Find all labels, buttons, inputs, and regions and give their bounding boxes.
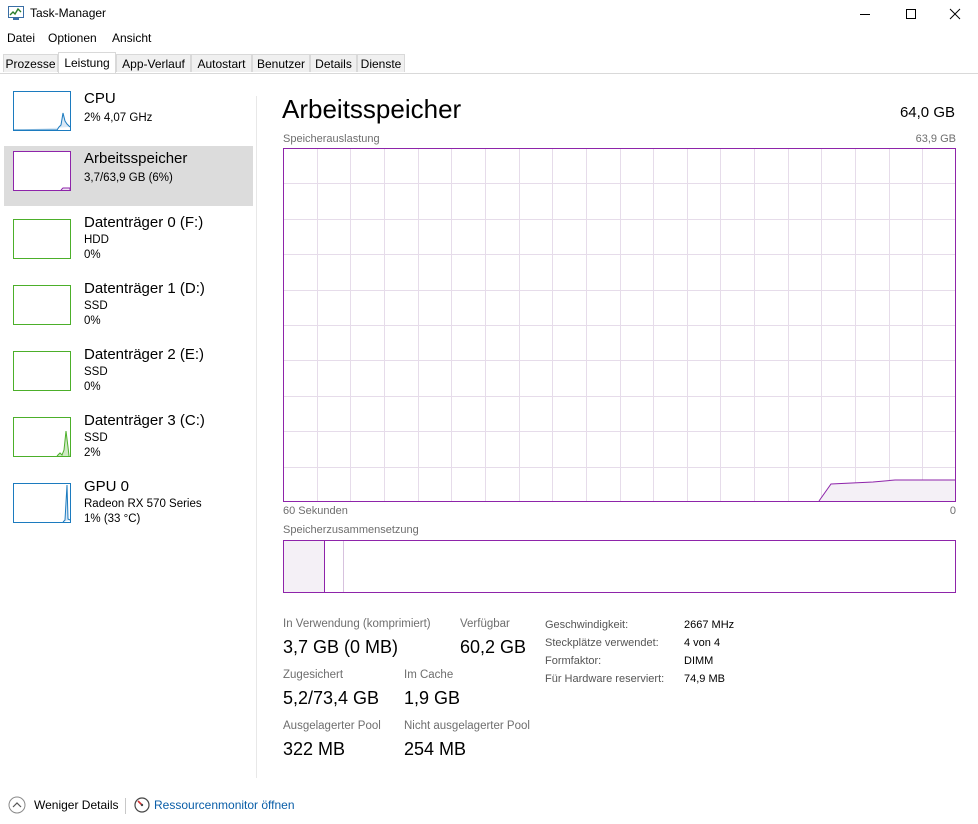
composition-label: Speicherzusammensetzung bbox=[283, 524, 419, 536]
resource-monitor-icon bbox=[134, 797, 150, 813]
sidebar-item-detail: 2% bbox=[84, 447, 101, 459]
graph-x-right-label: 0 bbox=[949, 505, 956, 517]
disk-0-thumbnail-graph bbox=[13, 216, 71, 262]
graph-grid bbox=[283, 148, 956, 502]
title-bar[interactable]: Task-Manager bbox=[0, 0, 978, 28]
tab-leistung[interactable]: Leistung bbox=[58, 52, 116, 73]
in-use-value: 3,7 GB (0 MB) bbox=[283, 637, 399, 657]
close-icon bbox=[949, 8, 961, 20]
menu-optionen[interactable]: Optionen bbox=[48, 31, 97, 45]
nonpaged-pool-label: Nicht ausgelagerter Pool bbox=[404, 720, 530, 732]
sidebar-item-detail: 0% bbox=[84, 249, 101, 261]
graph-label: Speicherauslastung bbox=[283, 133, 380, 145]
maximize-button[interactable] bbox=[888, 0, 934, 28]
chevron-up-icon bbox=[8, 796, 26, 814]
resource-monitor-link[interactable]: Ressourcenmonitor öffnen bbox=[134, 796, 304, 816]
sidebar-item-title: CPU bbox=[84, 90, 116, 107]
sidebar-item-title: Datenträger 3 (C:) bbox=[84, 412, 205, 429]
sidebar-item-title: Datenträger 2 (E:) bbox=[84, 346, 205, 363]
tab-bar: Prozesse Leistung App-Verlauf Autostart … bbox=[0, 52, 978, 74]
graph-x-left-label: 60 Sekunden bbox=[283, 505, 348, 517]
window-title: Task-Manager bbox=[30, 6, 107, 20]
gpu-thumbnail-graph bbox=[13, 480, 71, 526]
available-label: Verfügbar bbox=[460, 618, 510, 630]
sidebar-item-title: GPU 0 bbox=[84, 478, 130, 495]
composition-frame bbox=[283, 540, 956, 593]
speed-label: Geschwindigkeit: bbox=[545, 619, 629, 631]
minimize-button[interactable] bbox=[842, 0, 888, 28]
task-manager-app-icon bbox=[8, 6, 24, 20]
memory-usage-graph bbox=[283, 148, 956, 502]
menu-ansicht[interactable]: Ansicht bbox=[112, 31, 151, 45]
sidebar-item-type: SSD bbox=[84, 432, 108, 444]
paged-pool-value: 322 MB bbox=[283, 739, 346, 759]
tab-prozesse[interactable]: Prozesse bbox=[3, 54, 58, 72]
disk-1-thumbnail-graph bbox=[13, 282, 71, 328]
tab-dienste[interactable]: Dienste bbox=[357, 54, 405, 72]
hardware-reserved-label: Für Hardware reserviert: bbox=[545, 673, 665, 685]
sidebar-item-title: Datenträger 0 (F:) bbox=[84, 214, 204, 231]
sidebar-item-gpu-model: Radeon RX 570 Series bbox=[84, 498, 202, 510]
cpu-thumbnail-graph bbox=[13, 91, 71, 131]
form-factor-value: DIMM bbox=[684, 655, 714, 667]
cached-label: Im Cache bbox=[404, 669, 454, 681]
resource-monitor-label: Ressourcenmonitor öffnen bbox=[154, 798, 295, 812]
form-factor-label: Formfaktor: bbox=[545, 655, 602, 667]
sidebar-divider bbox=[256, 96, 257, 778]
nonpaged-pool-value: 254 MB bbox=[404, 739, 467, 759]
sidebar-item-type: HDD bbox=[84, 234, 109, 246]
sidebar-item-type: SSD bbox=[84, 300, 108, 312]
sidebar-item-title: Arbeitsspeicher bbox=[84, 150, 188, 167]
memory-total: 64,0 GB bbox=[899, 104, 955, 121]
disk-3-thumbnail-graph bbox=[13, 414, 71, 460]
page-title: Arbeitsspeicher bbox=[282, 94, 462, 124]
sidebar-item-detail: 1% (33 °C) bbox=[84, 513, 141, 525]
memory-thumbnail-graph bbox=[13, 151, 71, 191]
graph-max-label: 63,9 GB bbox=[915, 133, 956, 145]
sidebar-item-memory[interactable]: Arbeitsspeicher 3,7/63,9 GB (6%) bbox=[4, 146, 253, 206]
footer-separator bbox=[125, 798, 126, 814]
sidebar-item-cpu[interactable]: CPU 2% 4,07 GHz bbox=[4, 86, 253, 146]
tab-benutzer[interactable]: Benutzer bbox=[252, 54, 310, 72]
sidebar-item-detail: 3,7/63,9 GB (6%) bbox=[84, 172, 173, 184]
committed-value: 5,2/73,4 GB bbox=[283, 688, 380, 708]
maximize-icon bbox=[906, 9, 916, 19]
sidebar-item-detail: 2% 4,07 GHz bbox=[84, 112, 153, 124]
sidebar-item-detail: 0% bbox=[84, 381, 101, 393]
menu-datei[interactable]: Datei bbox=[7, 31, 35, 45]
fewer-details-label: Weniger Details bbox=[34, 798, 119, 812]
fewer-details-button[interactable]: Weniger Details bbox=[8, 796, 118, 816]
composition-in-use bbox=[284, 541, 324, 592]
hardware-reserved-value: 74,9 MB bbox=[684, 673, 725, 685]
in-use-label: In Verwendung (komprimiert) bbox=[283, 618, 431, 630]
sidebar-item-detail: 0% bbox=[84, 315, 101, 327]
close-button[interactable] bbox=[932, 0, 978, 28]
minimize-icon bbox=[860, 14, 870, 15]
paged-pool-label: Ausgelagerter Pool bbox=[283, 720, 381, 732]
tab-autostart[interactable]: Autostart bbox=[191, 54, 252, 72]
memory-composition-bar bbox=[283, 540, 956, 593]
sidebar-item-disk-2[interactable]: Datenträger 2 (E:) SSD 0% bbox=[4, 338, 253, 398]
tab-app-verlauf[interactable]: App-Verlauf bbox=[116, 54, 191, 72]
committed-label: Zugesichert bbox=[283, 669, 344, 681]
slots-value: 4 von 4 bbox=[684, 637, 721, 649]
cached-value: 1,9 GB bbox=[404, 688, 461, 708]
disk-2-thumbnail-graph bbox=[13, 348, 71, 394]
speed-value: 2667 MHz bbox=[684, 619, 735, 631]
sidebar-item-gpu-0[interactable]: GPU 0 Radeon RX 570 Series 1% (33 °C) bbox=[4, 470, 253, 530]
sidebar-item-title: Datenträger 1 (D:) bbox=[84, 280, 205, 297]
sidebar-item-type: SSD bbox=[84, 366, 108, 378]
sidebar-item-disk-3[interactable]: Datenträger 3 (C:) SSD 2% bbox=[4, 404, 253, 464]
tab-details[interactable]: Details bbox=[310, 54, 357, 72]
available-value: 60,2 GB bbox=[460, 637, 527, 657]
sidebar-item-disk-0[interactable]: Datenträger 0 (F:) HDD 0% bbox=[4, 206, 253, 266]
slots-label: Steckplätze verwendet: bbox=[545, 637, 659, 649]
sidebar-item-disk-1[interactable]: Datenträger 1 (D:) SSD 0% bbox=[4, 272, 253, 332]
